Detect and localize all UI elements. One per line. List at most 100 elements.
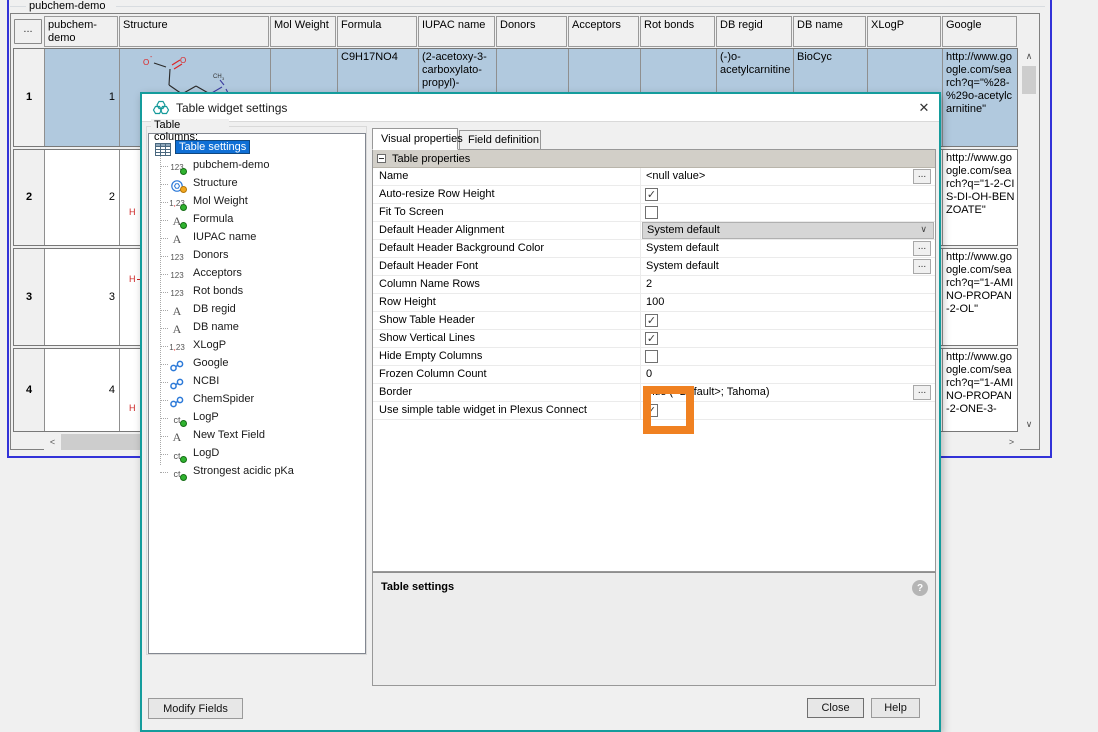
modify-fields-button[interactable]: Modify Fields <box>148 698 243 719</box>
tree-item-formula[interactable]: AFormula <box>149 212 365 229</box>
property-value[interactable]: ✓ <box>640 186 935 203</box>
text-field-icon: A <box>167 323 187 337</box>
tree-item-db-regid[interactable]: ADB regid <box>149 302 365 319</box>
tree-item-new-text-field[interactable]: ANew Text Field <box>149 428 365 445</box>
tree-item-google[interactable]: Google <box>149 356 365 373</box>
tree-item-iupac-name[interactable]: AIUPAC name <box>149 230 365 247</box>
property-label: Default Header Alignment <box>379 224 504 236</box>
checkbox[interactable]: ✓ <box>645 188 658 201</box>
tree-item-label: pubchem-demo <box>190 158 272 172</box>
tree-item-pubchem-demo[interactable]: 123pubchem-demo <box>149 158 365 175</box>
tree-item-mol-weight[interactable]: 1,23Mol Weight <box>149 194 365 211</box>
description-panel: Table settings? <box>372 572 936 686</box>
property-value[interactable]: System default... <box>640 258 935 275</box>
text-field-icon: A <box>167 431 187 445</box>
checkbox[interactable] <box>645 350 658 363</box>
tree-item-label: New Text Field <box>190 428 268 442</box>
tree-item-label: XLogP <box>190 338 229 352</box>
tab-field-definition[interactable]: Field definition <box>459 130 541 150</box>
checkbox[interactable]: ✓ <box>645 332 658 345</box>
tree-item-label: Formula <box>190 212 236 226</box>
tree-item-label: DB name <box>190 320 242 334</box>
ellipsis-button[interactable]: ... <box>913 241 931 256</box>
tree-item-acceptors[interactable]: 123Acceptors <box>149 266 365 283</box>
context-help-icon[interactable]: ? <box>912 580 928 596</box>
close-icon[interactable]: ✕ <box>915 100 933 116</box>
property-value[interactable] <box>640 204 935 221</box>
property-value[interactable]: 0 <box>640 366 935 383</box>
property-label: Auto-resize Row Height <box>379 188 495 200</box>
property-row-default-header-font: Default Header Font System default... <box>373 258 935 276</box>
tree-item-label: DB regid <box>190 302 239 316</box>
property-value-text: System default <box>646 260 719 272</box>
tree-item-label: NCBI <box>190 374 222 388</box>
tree-item-donors[interactable]: 123Donors <box>149 248 365 265</box>
property-row-show-table-header: Show Table Header ✓ <box>373 312 935 330</box>
checkbox[interactable]: ✓ <box>645 314 658 327</box>
column-tree-panel: Table settings123pubchem-demoStructure1,… <box>148 133 366 654</box>
property-label: Default Header Font <box>379 260 478 272</box>
property-value[interactable]: ✓ <box>640 330 935 347</box>
property-value-text: 0 <box>646 368 652 380</box>
tree-item-rot-bonds[interactable]: 123Rot bonds <box>149 284 365 301</box>
ellipsis-button[interactable]: ... <box>913 169 931 184</box>
property-row-frozen-column-count: Frozen Column Count 0 <box>373 366 935 384</box>
property-label: Hide Empty Columns <box>379 350 482 362</box>
table-columns-label: Table columns: <box>151 119 229 132</box>
dropdown[interactable]: System default∨ <box>642 222 934 239</box>
property-label: Use simple table widget in Plexus Connec… <box>379 404 587 416</box>
text-field-icon: A <box>167 215 187 229</box>
text-field-icon: A <box>167 305 187 319</box>
tree-item-db-name[interactable]: ADB name <box>149 320 365 337</box>
property-label: Show Table Header <box>379 314 475 326</box>
property-value[interactable]: System default∨ <box>640 222 935 239</box>
collapse-toggle-icon[interactable] <box>377 154 386 163</box>
property-label: Border <box>379 386 412 398</box>
property-row-column-name-rows: Column Name Rows2 <box>373 276 935 294</box>
ellipsis-button[interactable]: ... <box>913 385 931 400</box>
dialog-title: Table widget settings <box>176 100 426 116</box>
property-value[interactable]: ✓ <box>640 312 935 329</box>
tree-item-label: Mol Weight <box>190 194 251 208</box>
tree-item-structure[interactable]: Structure <box>149 176 365 193</box>
chevron-down-icon: ∨ <box>920 224 927 235</box>
tree-item-label: IUPAC name <box>190 230 259 244</box>
property-label: Fit To Screen <box>379 206 444 218</box>
numeric-field-icon: 123 <box>167 161 187 175</box>
property-value-text: System default <box>646 242 719 254</box>
tree-item-logd[interactable]: ctLogD <box>149 446 365 463</box>
help-button[interactable]: Help <box>871 698 920 718</box>
tab-visual-properties[interactable]: Visual properties <box>372 128 458 150</box>
tree-item-logp[interactable]: ctLogP <box>149 410 365 427</box>
url-field-icon <box>167 377 187 391</box>
tree-item-label: LogD <box>190 446 222 460</box>
table-settings-icon <box>153 143 173 157</box>
property-label: Default Header Background Color <box>379 242 544 254</box>
tree-item-ncbi[interactable]: NCBI <box>149 374 365 391</box>
tree-item-strongest-acidic-pka[interactable]: ctStrongest acidic pKa <box>149 464 365 481</box>
close-button[interactable]: Close <box>807 698 864 718</box>
property-value[interactable]: 2 <box>640 276 935 293</box>
url-field-icon <box>167 359 187 373</box>
property-row-show-vertical-lines: Show Vertical Lines✓ <box>373 330 935 348</box>
description-title: Table settings <box>381 581 581 595</box>
tree-item-xlogp[interactable]: 1,23XLogP <box>149 338 365 355</box>
property-row-default-header-alignment: Default Header Alignment System default∨ <box>373 222 935 240</box>
property-value[interactable] <box>640 348 935 365</box>
property-row-hide-empty-columns: Hide Empty Columns <box>373 348 935 366</box>
screen: pubchem-demo...pubchem-demoStructureMol … <box>0 0 1098 721</box>
checkbox[interactable] <box>645 206 658 219</box>
ellipsis-button[interactable]: ... <box>913 259 931 274</box>
property-value[interactable]: System default... <box>640 240 935 257</box>
property-value[interactable]: <null value>... <box>640 168 935 185</box>
calculated-field-icon: ct <box>167 449 187 463</box>
property-value[interactable]: 100 <box>640 294 935 311</box>
property-row-auto-resize-row-height: Auto-resize Row Height ✓ <box>373 186 935 204</box>
property-label: Frozen Column Count <box>379 368 487 380</box>
decimal-field-icon: 1,23 <box>167 341 187 355</box>
tree-item-chemspider[interactable]: ChemSpider <box>149 392 365 409</box>
numeric-field-icon: 123 <box>167 251 187 265</box>
decimal-field-icon: 1,23 <box>167 197 187 211</box>
property-group-label: Table properties <box>392 153 470 165</box>
dialog-titlebar: Table widget settings ✕ <box>142 94 939 122</box>
